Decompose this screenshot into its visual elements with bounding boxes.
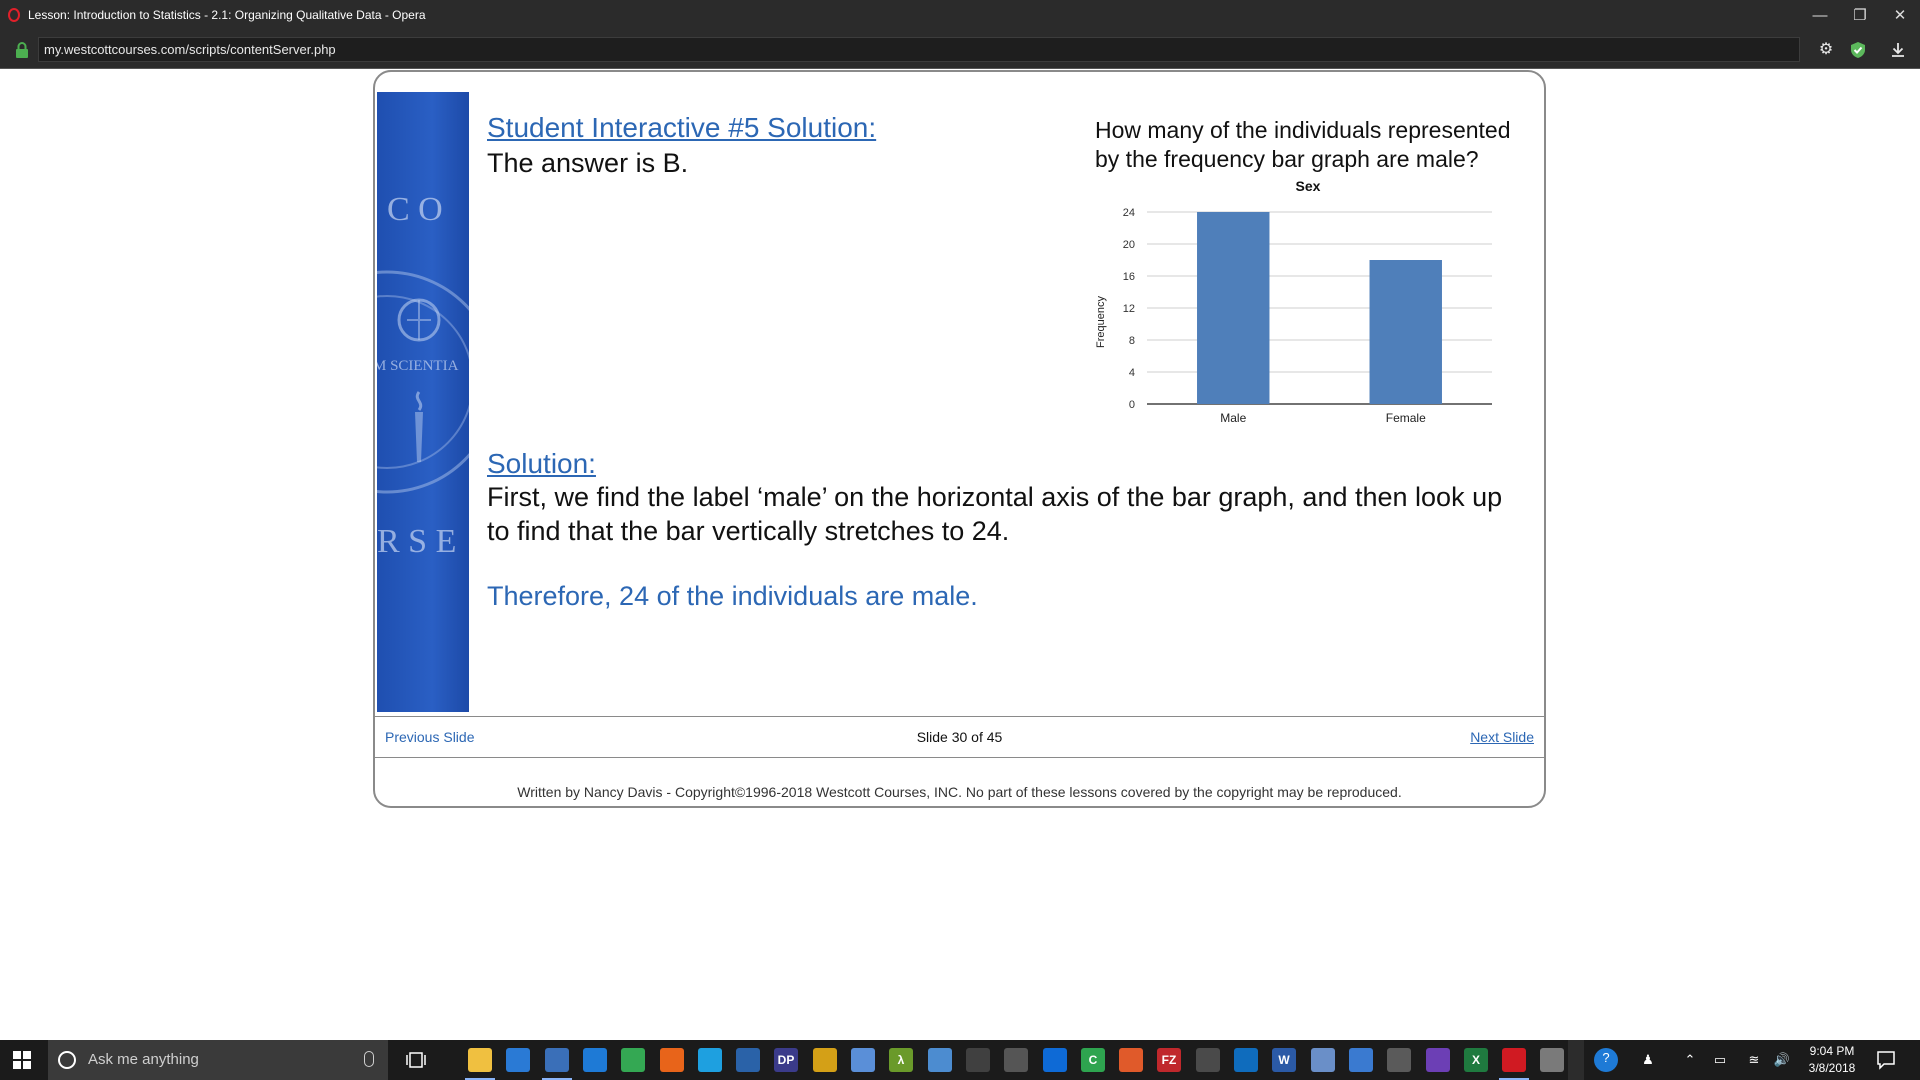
chart-title: Sex [1296,178,1321,194]
slide-navigation-bar: Previous Slide Slide 30 of 45 Next Slide [375,716,1544,758]
chart-y-tick-label: 20 [1123,239,1135,251]
task-view-icon[interactable] [406,1051,426,1069]
battery-icon[interactable]: ▭ [1710,1050,1730,1070]
people-icon[interactable]: ♟ [1638,1050,1658,1070]
visual-studio-icon[interactable] [1426,1048,1450,1072]
chart-y-tick-label: 0 [1129,399,1135,411]
internet-explorer-icon[interactable] [698,1048,722,1072]
edge-icon[interactable] [583,1048,607,1072]
cortana-search-box[interactable]: Ask me anything [48,1040,388,1080]
download-icon[interactable] [1888,40,1908,60]
volume-icon[interactable]: 🔊 [1772,1050,1792,1070]
chart-y-axis-label: Frequency [1095,296,1107,348]
photos-app-icon[interactable] [1540,1048,1564,1072]
chart-y-tick-labels: 0 4 8 12 16 20 24 [1123,207,1135,411]
search-placeholder: Ask me anything [88,1051,199,1068]
camtasia-icon[interactable]: C [1081,1048,1105,1072]
calculator-icon[interactable] [1004,1048,1028,1072]
chart-x-tick-label: Female [1386,411,1426,424]
sublime-icon[interactable] [1196,1048,1220,1072]
chart-y-tick-label: 16 [1123,271,1135,283]
palette-app-icon[interactable] [851,1048,875,1072]
microphone-icon[interactable] [364,1051,374,1067]
dp-app-icon[interactable]: DP [774,1048,798,1072]
settings-gear-icon[interactable]: ⚙ [1816,40,1836,60]
copyright-footer: Written by Nancy Davis - Copyright©1996-… [517,784,1402,800]
show-hidden-icons-chevron-icon[interactable]: ⌃ [1680,1050,1700,1070]
opera-icon[interactable] [1502,1048,1526,1072]
clock-time: 9:04 PM [1809,1044,1855,1058]
windows-taskbar: Ask me anything DP λ C FZ W X ? ♟ ⌃ ▭ ≊ 🔊 9:0… [0,1040,1920,1080]
clock-date: 3/8/2018 [1808,1061,1856,1075]
chrome-icon[interactable] [621,1048,645,1072]
slide-frame: C O M SCIENTIA R S E Student Interactive… [373,70,1546,808]
powershell-icon[interactable] [736,1048,760,1072]
solution-text: First, we find the label ‘male’ on the h… [487,482,1503,546]
outlook-icon[interactable] [1234,1048,1258,1072]
frequency-bar-chart: 0 4 8 12 16 20 24 Male Female Sex Frequency [1095,178,1492,424]
close-button[interactable]: ✕ [1885,4,1915,28]
url-text[interactable]: my.westcottcourses.com/scripts/contentSe… [44,42,336,57]
address-bar: my.westcottcourses.com/scripts/contentSe… [0,32,1920,69]
conclusion-text: Therefore, 24 of the individuals are mal… [487,581,978,611]
mail-icon[interactable] [1387,1048,1411,1072]
chart-y-tick-label: 12 [1123,303,1135,315]
remote-desktop-icon[interactable] [1349,1048,1373,1072]
taskbar-scroll-arrows[interactable] [1568,1040,1584,1080]
window-title-bar: Lesson: Introduction to Statistics - 2.1… [0,0,1920,32]
chart-x-tick-label: Male [1220,411,1246,424]
vpn-shield-icon[interactable] [1848,40,1868,60]
chart-x-tick-labels: Male Female [1220,411,1426,424]
lambda-app-icon[interactable]: λ [889,1048,913,1072]
network-app-icon[interactable] [1311,1048,1335,1072]
chart-bar-male [1197,212,1270,404]
slide-content: Student Interactive #5 Solution: The ans… [375,72,1544,800]
interactive-heading[interactable]: Student Interactive #5 Solution: [487,112,876,144]
help-icon[interactable]: ? [1594,1048,1618,1072]
scrap-app-icon[interactable] [1119,1048,1143,1072]
store-icon[interactable] [506,1048,530,1072]
window-title: Lesson: Introduction to Statistics - 2.1… [28,8,426,22]
visual-studio-installer-icon[interactable] [545,1048,569,1072]
restore-button[interactable]: ❐ [1845,4,1875,28]
excel-icon[interactable]: X [1464,1048,1488,1072]
chart-y-tick-label: 24 [1123,207,1135,219]
chart-bar-female [1369,260,1442,404]
next-slide-link[interactable]: Next Slide [1470,729,1534,745]
opera-logo-icon [8,8,20,22]
wifi-icon[interactable]: ≊ [1744,1050,1764,1070]
bloomberg-app-icon[interactable] [966,1048,990,1072]
slide-counter: Slide 30 of 45 [916,729,1003,745]
star-app-icon[interactable] [813,1048,837,1072]
chart-y-tick-label: 4 [1129,367,1135,379]
file-explorer-icon[interactable] [468,1048,492,1072]
cortana-icon [58,1051,76,1069]
teamviewer-icon[interactable] [1043,1048,1067,1072]
windows-start-icon[interactable] [12,1050,32,1070]
word-icon[interactable]: W [1272,1048,1296,1072]
question-text: How many of the individuals represented … [1095,117,1511,172]
action-center-icon[interactable] [1876,1050,1896,1070]
chart-y-tick-label: 8 [1129,335,1135,347]
paint-app-icon[interactable] [928,1048,952,1072]
solution-heading[interactable]: Solution: [487,448,596,480]
system-clock[interactable]: 9:04 PM 3/8/2018 [1800,1043,1864,1077]
answer-text: The answer is B. [487,148,689,178]
lock-icon [16,42,28,58]
minimize-button[interactable]: — [1805,4,1835,28]
filezilla-icon[interactable]: FZ [1157,1048,1181,1072]
firefox-icon[interactable] [660,1048,684,1072]
